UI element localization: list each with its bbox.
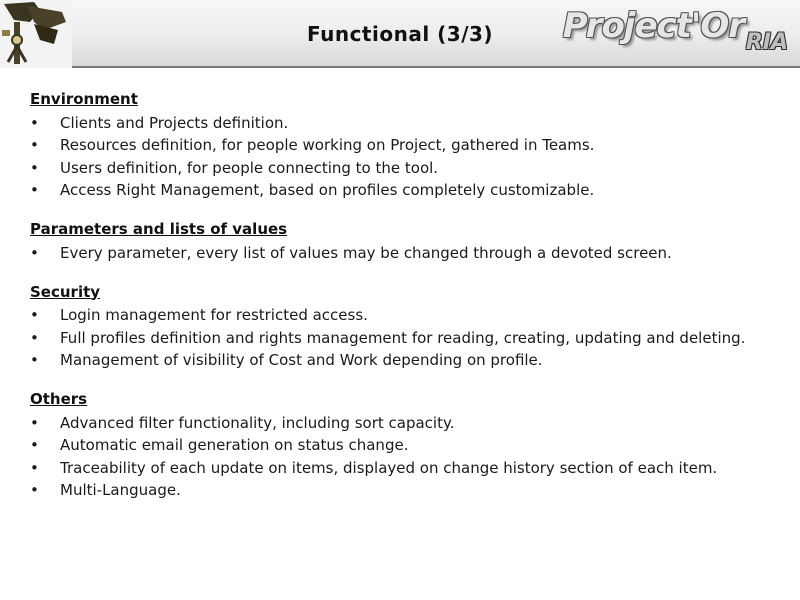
bullet-icon: • — [30, 306, 39, 324]
list-item-text: Clients and Projects definition. — [60, 113, 289, 132]
list-item: • Users definition, for people connecting… — [30, 159, 770, 177]
section-environment: Environment • Clients and Projects defini… — [30, 89, 770, 199]
slide-content: Environment • Clients and Projects defini… — [30, 89, 770, 519]
list-item: • Management of visibility of Cost and Wo… — [30, 351, 770, 369]
section-security: Security • Login management for restricte… — [30, 282, 770, 370]
list-item: • Advanced filter functionality, includin… — [30, 414, 770, 432]
brand-logo: Project'Or RIA — [563, 4, 796, 60]
list-item-text: Full profiles definition and rights mana… — [60, 328, 746, 347]
section-title: Environment — [30, 90, 138, 108]
list-item-text: Resources definition, for people working… — [60, 136, 595, 154]
bullet-list: • Every parameter, every list of values m… — [30, 244, 770, 262]
section-parameters: Parameters and lists of values • Every pa… — [30, 219, 770, 262]
list-item: • Login management for restricted access. — [30, 306, 770, 324]
section-title: Parameters and lists of values — [30, 220, 288, 238]
list-item: • Multi-Language. — [30, 481, 770, 499]
list-item: • Automatic email generation on status ch… — [30, 436, 770, 454]
bullet-icon: • — [30, 328, 39, 347]
list-item: • Access Right Management, based on profi… — [30, 181, 770, 199]
bullet-icon: • — [30, 351, 39, 369]
list-item: • Clients and Projects definition. — [30, 114, 770, 132]
list-item: • Full profiles definition and rights man… — [30, 329, 770, 347]
list-item: • Resources definition, for people workin… — [30, 136, 770, 154]
list-item-text: Management of visibility of Cost and Wor… — [60, 351, 543, 369]
list-item: • Every parameter, every list of values m… — [30, 244, 770, 262]
bullet-icon: • — [30, 158, 39, 177]
section-title: Others — [30, 390, 88, 408]
section-others: Others • Advanced filter functionality, i… — [30, 389, 770, 499]
bullet-icon: • — [30, 243, 39, 262]
list-item-text: Automatic email generation on status cha… — [60, 436, 409, 454]
bullet-icon: • — [30, 136, 39, 154]
list-item-text: Traceability of each update on items, di… — [60, 458, 718, 477]
bullet-icon: • — [30, 113, 39, 132]
bullet-icon: • — [30, 458, 39, 477]
bullet-list: • Login management for restricted access.… — [30, 306, 770, 369]
brand-logo-main-text: Project'Or — [562, 6, 745, 46]
section-title: Security — [30, 282, 101, 301]
bullet-icon: • — [30, 481, 39, 499]
list-item-text: Multi-Language. — [60, 481, 181, 499]
list-item: • Traceability of each update on items, d… — [30, 459, 770, 477]
bullet-icon: • — [30, 181, 39, 199]
bullet-list: • Clients and Projects definition. • Resou… — [30, 114, 770, 200]
slide-header: Functional (3/3) Project'Or RIA — [0, 0, 800, 68]
list-item-text: Advanced filter functionality, including… — [60, 413, 455, 432]
list-item-text: Login management for restricted access. — [60, 306, 368, 324]
list-item-text: Every parameter, every list of values ma… — [60, 243, 672, 262]
list-item-text: Users definition, for people connecting … — [60, 158, 439, 177]
bullet-list: • Advanced filter functionality, includin… — [30, 414, 770, 500]
list-item-text: Access Right Management, based on profil… — [60, 181, 595, 199]
bullet-icon: • — [30, 413, 39, 432]
brand-logo-sub-text: RIA — [745, 30, 788, 55]
bullet-icon: • — [30, 436, 39, 454]
